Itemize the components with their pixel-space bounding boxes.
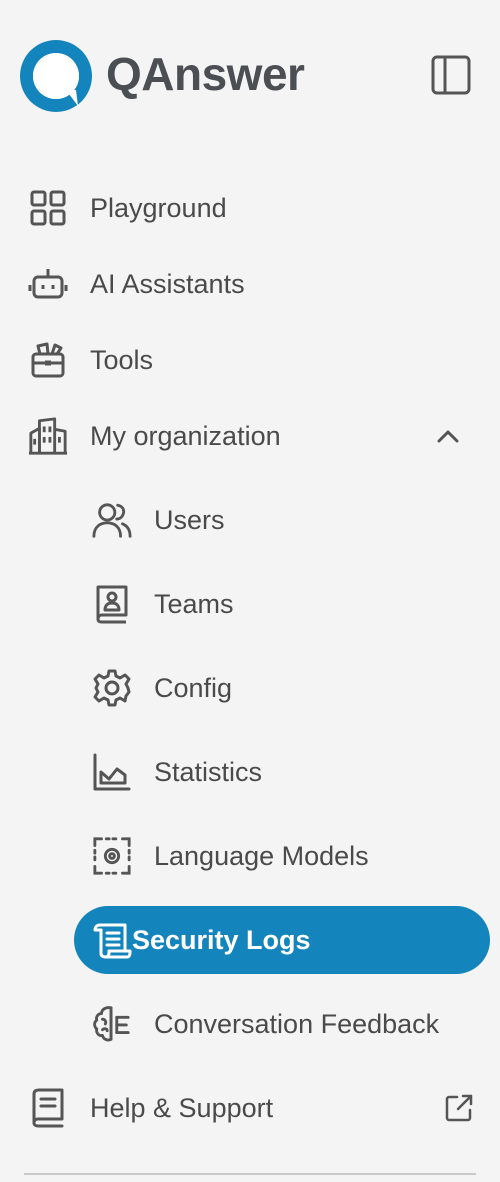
brand-name: QAnswer	[106, 48, 305, 100]
nav-item-language-models[interactable]: Language Models	[92, 824, 482, 888]
external-link-icon	[444, 1093, 474, 1123]
nav-item-tools[interactable]: Tools	[28, 328, 478, 392]
nav-item-security-logs[interactable]: Security Logs	[74, 906, 490, 974]
nav-item-teams[interactable]: Teams	[92, 572, 482, 636]
sidebar-toggle-icon	[431, 55, 471, 95]
nav-item-playground[interactable]: Playground	[28, 176, 478, 240]
nav-item-help-support[interactable]: Help & Support	[28, 1076, 478, 1140]
nav-item-label: Tools	[90, 345, 154, 375]
sidebar-header: QAnswer	[0, 0, 500, 150]
nav-item-label: Teams	[154, 589, 234, 619]
nav-item-label: Security Logs	[132, 925, 311, 955]
collapse-sidebar-button[interactable]	[430, 54, 472, 96]
nav-item-users[interactable]: Users	[92, 488, 482, 552]
scroll-icon	[92, 920, 132, 960]
nav-item-label: Playground	[90, 193, 227, 223]
building-icon	[28, 416, 68, 456]
model-settings-icon	[92, 836, 132, 876]
nav-item-label: Language Models	[154, 841, 369, 871]
qanswer-logo-icon	[16, 36, 96, 116]
gear-icon	[92, 668, 132, 708]
users-icon	[92, 500, 132, 540]
contact-book-icon	[92, 584, 132, 624]
grid-icon	[28, 188, 68, 228]
toolbox-icon	[28, 340, 68, 380]
sidebar-divider	[24, 1173, 476, 1175]
robot-icon	[28, 264, 68, 304]
nav-item-label: My organization	[90, 421, 281, 451]
brain-feedback-icon	[92, 1004, 132, 1044]
nav-item-label: Config	[154, 673, 233, 703]
book-icon	[28, 1088, 68, 1128]
chevron-up-icon[interactable]	[436, 424, 460, 448]
nav-item-label: Help & Support	[90, 1093, 274, 1123]
nav-item-ai-assistants[interactable]: AI Assistants	[28, 252, 478, 316]
chart-icon	[92, 752, 132, 792]
nav-item-statistics[interactable]: Statistics	[92, 740, 482, 804]
nav-item-conversation-feedback[interactable]: Conversation Feedback	[92, 992, 482, 1056]
nav-item-label: Conversation Feedback	[154, 1009, 440, 1039]
nav-item-label: AI Assistants	[90, 269, 245, 299]
nav-item-label: Statistics	[154, 757, 263, 787]
nav-item-label: Users	[154, 505, 225, 535]
nav-item-config[interactable]: Config	[92, 656, 482, 720]
nav-item-my-organization[interactable]: My organization	[28, 404, 478, 468]
